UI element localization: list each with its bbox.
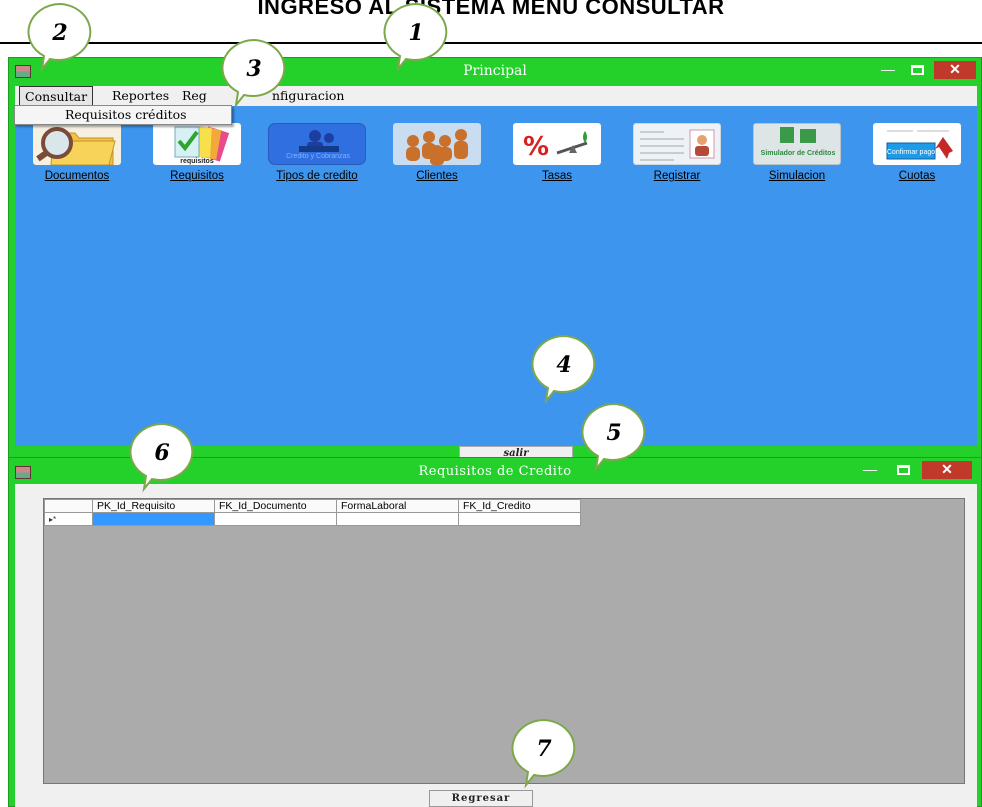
tile-clientes[interactable]: Clientes [377, 123, 497, 193]
credito-cobranzas-icon: Credito y Cobranzas [268, 123, 366, 165]
callout-number: 7 [536, 736, 552, 762]
tile-label[interactable]: Documentos [17, 170, 137, 182]
callout-4: 4 [528, 334, 600, 405]
callout-3: 3 [218, 38, 290, 109]
grid-cell[interactable] [458, 512, 581, 526]
maximize-button[interactable] [891, 461, 915, 479]
menu-bar: Consultar Reportes Reg nfiguracion [15, 86, 977, 106]
requisitos-client-area: PK_Id_Requisito FK_Id_Documento FormaLab… [15, 484, 977, 807]
column-header[interactable]: PK_Id_Requisito [92, 499, 215, 513]
tile-label[interactable]: Clientes [377, 170, 497, 182]
menu-item-requisitos-creditos[interactable]: Requisitos créditos [65, 106, 187, 124]
grid-header-row: PK_Id_Requisito FK_Id_Documento FormaLab… [44, 499, 581, 513]
divider-line [0, 42, 982, 44]
table-row[interactable]: ▸* [44, 512, 581, 526]
menu-consultar[interactable]: Consultar [19, 86, 94, 106]
requisitos-grid[interactable]: PK_Id_Requisito FK_Id_Documento FormaLab… [43, 498, 965, 784]
callout-7: 7 [508, 718, 580, 789]
close-button[interactable]: ✕ [934, 61, 976, 79]
tile-tasas[interactable]: % Tasas [497, 123, 617, 193]
tile-label[interactable]: Registrar [617, 170, 737, 182]
column-header[interactable]: FK_Id_Documento [214, 499, 337, 513]
tile-caption: requisitos [180, 158, 214, 165]
callout-6: 6 [126, 422, 198, 493]
document-title: INGRESO AL SISTEMA MENU CONSULTAR [257, 0, 725, 19]
grid-cell[interactable] [336, 512, 459, 526]
callout-number: 5 [606, 420, 622, 446]
folder-magnifier-icon [33, 123, 121, 166]
menu-registrar[interactable]: Reg [177, 86, 212, 106]
tile-documentos[interactable]: Documentos [17, 123, 137, 193]
tile-label[interactable]: Simulacion [737, 170, 857, 182]
tile-label[interactable]: Tasas [497, 170, 617, 182]
tile-requisitos[interactable]: requisitos Requisitos [137, 123, 257, 193]
column-header[interactable]: FormaLaboral [336, 499, 459, 513]
register-form-icon [633, 123, 721, 165]
confirm-payment-icon: Confirmar pago [873, 123, 961, 165]
minimize-button[interactable]: — [857, 461, 883, 479]
callout-number: 6 [154, 440, 170, 466]
main-titlebar[interactable]: Principal — ✕ [9, 58, 981, 86]
requisitos-window: Requisitos de Credito — ✕ PK_Id_Requisit… [8, 457, 982, 807]
clients-group-icon [393, 123, 481, 165]
tile-caption: Simulador de Créditos [761, 150, 836, 157]
simulador-creditos-icon: Simulador de Créditos [753, 123, 841, 165]
svg-text:%: % [523, 132, 549, 162]
callout-number: 1 [408, 20, 424, 46]
callout-1: 1 [380, 2, 452, 73]
callout-number: 2 [52, 20, 68, 46]
minimize-button[interactable]: — [875, 61, 901, 79]
callout-number: 3 [246, 56, 262, 82]
percent-scale-icon: % [513, 123, 601, 165]
row-marker[interactable]: ▸* [44, 512, 93, 526]
column-header[interactable]: FK_Id_Credito [458, 499, 581, 513]
grid-cell[interactable] [214, 512, 337, 526]
callout-number: 4 [556, 352, 572, 378]
consultar-dropdown: Requisitos créditos [14, 105, 232, 125]
tile-simulacion[interactable]: Simulador de Créditos Simulacion [737, 123, 857, 193]
main-window-title: Principal [463, 63, 527, 79]
maximize-button[interactable] [905, 61, 929, 79]
tile-tipos-de-credito[interactable]: Credito y Cobranzas Tipos de credito [257, 123, 377, 193]
tile-caption: Credito y Cobranzas [286, 153, 350, 160]
callout-5: 5 [578, 402, 650, 473]
callout-2: 2 [24, 2, 96, 73]
tile-label[interactable]: Tipos de credito [257, 170, 377, 182]
menu-reportes[interactable]: Reportes [107, 86, 174, 106]
tile-cuotas[interactable]: Confirmar pago Cuotas [857, 123, 977, 193]
requisitos-cards-icon: requisitos [153, 123, 241, 165]
tile-label[interactable]: Requisitos [137, 170, 257, 182]
tile-registrar[interactable]: Registrar [617, 123, 737, 193]
regresar-button[interactable]: Regresar [429, 790, 533, 807]
tile-label[interactable]: Cuotas [857, 170, 977, 182]
close-button[interactable]: ✕ [922, 461, 972, 479]
grid-cell[interactable] [92, 512, 215, 526]
main-client-area: Documentos requisitos Requisitos Credito… [15, 106, 977, 461]
tile-caption: Confirmar pago [887, 149, 935, 156]
grid-corner [44, 499, 93, 513]
